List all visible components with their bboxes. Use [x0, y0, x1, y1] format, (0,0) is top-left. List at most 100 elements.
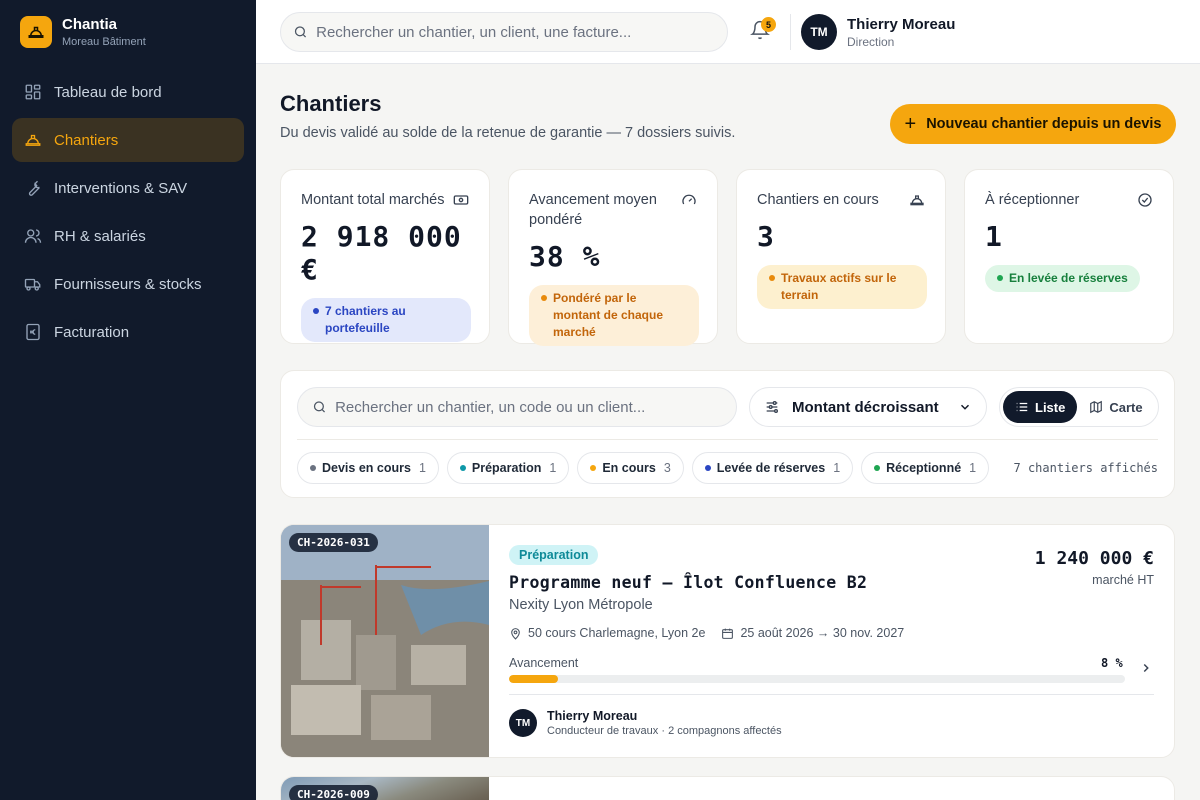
global-search[interactable] — [280, 12, 728, 52]
status-chips: Devis en cours 1 Préparation 1 En cours 3 L… — [297, 452, 997, 484]
kpi-value: 1 — [985, 220, 1003, 253]
sidebar-item-chantiers[interactable]: Chantiers — [12, 118, 244, 162]
progress-bar — [509, 675, 1125, 683]
sidebar-item-fournisseurs[interactable]: Fournisseurs & stocks — [12, 262, 244, 306]
header-divider — [790, 14, 791, 50]
project-card[interactable]: CH-2026-009 — [280, 776, 1175, 800]
project-title: Programme neuf — Îlot Confluence B2 — [509, 573, 868, 592]
map-icon — [1090, 400, 1103, 414]
results-count: 7 chantiers affichés — [1013, 461, 1159, 475]
project-code: CH-2026-009 — [289, 785, 378, 800]
avatar: TM — [509, 709, 537, 737]
page-subtitle: Du devis validé au solde de la retenue d… — [280, 125, 736, 141]
hardhat-logo-icon — [20, 16, 52, 48]
status-badge: Préparation — [509, 545, 599, 565]
progress-bar-fill — [509, 675, 559, 683]
new-project-label: Nouveau chantier depuis un devis — [926, 116, 1162, 132]
kpi-value: 38 % — [529, 240, 601, 273]
sidebar-item-label: RH & salariés — [54, 227, 146, 245]
view-map-label: Carte — [1109, 399, 1143, 415]
hardhat-icon — [24, 131, 42, 149]
calendar-icon — [722, 628, 734, 639]
project-manager: TM Thierry Moreau Conducteur de travaux … — [509, 709, 782, 737]
kpi-card-total: Montant total marchés 2 918 000 € 7 chan… — [280, 169, 490, 344]
project-meta: 50 cours Charlemagne, Lyon 2e 25 août 20… — [509, 626, 904, 640]
notifications-button[interactable]: 5 — [750, 17, 776, 42]
new-project-button[interactable]: + Nouveau chantier depuis un devis — [890, 104, 1176, 144]
plus-icon: + — [904, 112, 917, 135]
sidebar-item-label: Fournisseurs & stocks — [54, 275, 202, 293]
sidebar-nav: Tableau de bord Chantiers Interventions … — [0, 70, 256, 354]
kpi-label: Montant total marchés — [301, 192, 445, 208]
divider — [509, 694, 1154, 695]
top-header: 5 TM Thierry Moreau Direction — [256, 0, 1200, 64]
kpi-pill: Pondéré par le montant de chaque marché — [529, 285, 699, 346]
manager-name: Thierry Moreau — [547, 709, 638, 723]
user-role: Direction — [847, 34, 895, 49]
sidebar-item-label: Chantiers — [54, 131, 119, 149]
sort-value: Montant décroissant — [792, 398, 939, 416]
progress-value: 8 % — [1101, 656, 1123, 670]
kpi-label: Chantiers en cours — [757, 192, 879, 208]
truck-icon — [24, 275, 42, 293]
sidebar-item-label: Interventions & SAV — [54, 179, 188, 197]
kpi-value: 3 — [757, 220, 775, 253]
search-icon — [313, 401, 326, 413]
user-name: Thierry Moreau — [847, 15, 956, 33]
list-icon — [1016, 402, 1028, 412]
page-title: Chantiers — [280, 91, 382, 116]
sidebar-item-interventions[interactable]: Interventions & SAV — [12, 166, 244, 210]
sidebar-item-label: Facturation — [54, 323, 130, 341]
kpi-pill: En levée de réserves — [985, 265, 1140, 292]
dashboard-icon — [24, 83, 42, 101]
search-icon — [294, 26, 307, 38]
project-search[interactable] — [297, 387, 737, 427]
project-address: 50 cours Charlemagne, Lyon 2e — [528, 626, 706, 640]
cash-icon — [453, 195, 469, 205]
kpi-label: À réceptionner — [985, 192, 1080, 208]
project-photo: CH-2026-031 — [281, 525, 489, 757]
view-toggle: Liste Carte — [999, 387, 1159, 427]
filter-panel: Montant décroissant Liste Carte Devis en… — [280, 370, 1175, 498]
chevron-right-icon[interactable] — [1139, 661, 1153, 675]
sidebar-item-label: Tableau de bord — [54, 83, 162, 101]
sort-select[interactable]: Montant décroissant — [749, 387, 987, 427]
progress-label: Avancement — [509, 656, 579, 670]
chip-en-cours[interactable]: En cours 3 — [577, 452, 684, 484]
sliders-icon — [766, 401, 778, 413]
sidebar-item-facturation[interactable]: Facturation — [12, 310, 244, 354]
project-amount-unit: marché HT — [1092, 573, 1154, 587]
manager-role: Conducteur de travaux · 2 compagnons aff… — [547, 725, 782, 737]
chip-preparation[interactable]: Préparation 1 — [446, 452, 570, 484]
app-name: Chantia — [62, 16, 118, 33]
brand[interactable]: Chantia Moreau Bâtiment — [0, 0, 256, 64]
construction-site-image — [281, 525, 489, 757]
kpi-card-progress: Avancement moyen pondéré 38 % Pondéré pa… — [508, 169, 718, 346]
user-menu[interactable]: TM Thierry Moreau Direction — [801, 14, 955, 50]
kpi-label: Avancement moyen pondéré — [529, 192, 657, 228]
project-client: Nexity Lyon Métropole — [509, 597, 653, 613]
hardhat-icon — [910, 195, 924, 206]
sidebar: Chantia Moreau Bâtiment Tableau de bord … — [0, 0, 256, 800]
project-photo: CH-2026-009 — [281, 777, 489, 800]
chip-levee-reserves[interactable]: Levée de réserves 1 — [691, 452, 854, 484]
kpi-value: 2 918 000 € — [301, 220, 462, 286]
kpi-pill: 7 chantiers au portefeuille — [301, 298, 471, 342]
project-search-input[interactable] — [335, 398, 722, 416]
gauge-icon — [682, 194, 696, 205]
view-map-button[interactable]: Carte — [1077, 391, 1154, 423]
sidebar-item-dashboard[interactable]: Tableau de bord — [12, 70, 244, 114]
kpi-pill: Travaux actifs sur le terrain — [757, 265, 927, 309]
global-search-input[interactable] — [316, 23, 715, 41]
project-code: CH-2026-031 — [289, 533, 378, 552]
sidebar-item-rh[interactable]: RH & salariés — [12, 214, 244, 258]
wrench-icon — [24, 179, 42, 197]
avatar: TM — [801, 14, 837, 50]
view-list-button[interactable]: Liste — [1003, 391, 1078, 423]
project-card[interactable]: CH-2026-031 Préparation Programme neuf —… — [280, 524, 1175, 758]
users-icon — [24, 227, 42, 245]
check-circle-icon — [1138, 193, 1152, 207]
chip-devis[interactable]: Devis en cours 1 — [297, 452, 439, 484]
chip-receptionne[interactable]: Réceptionné 1 — [861, 452, 990, 484]
chevron-down-icon — [960, 404, 970, 410]
